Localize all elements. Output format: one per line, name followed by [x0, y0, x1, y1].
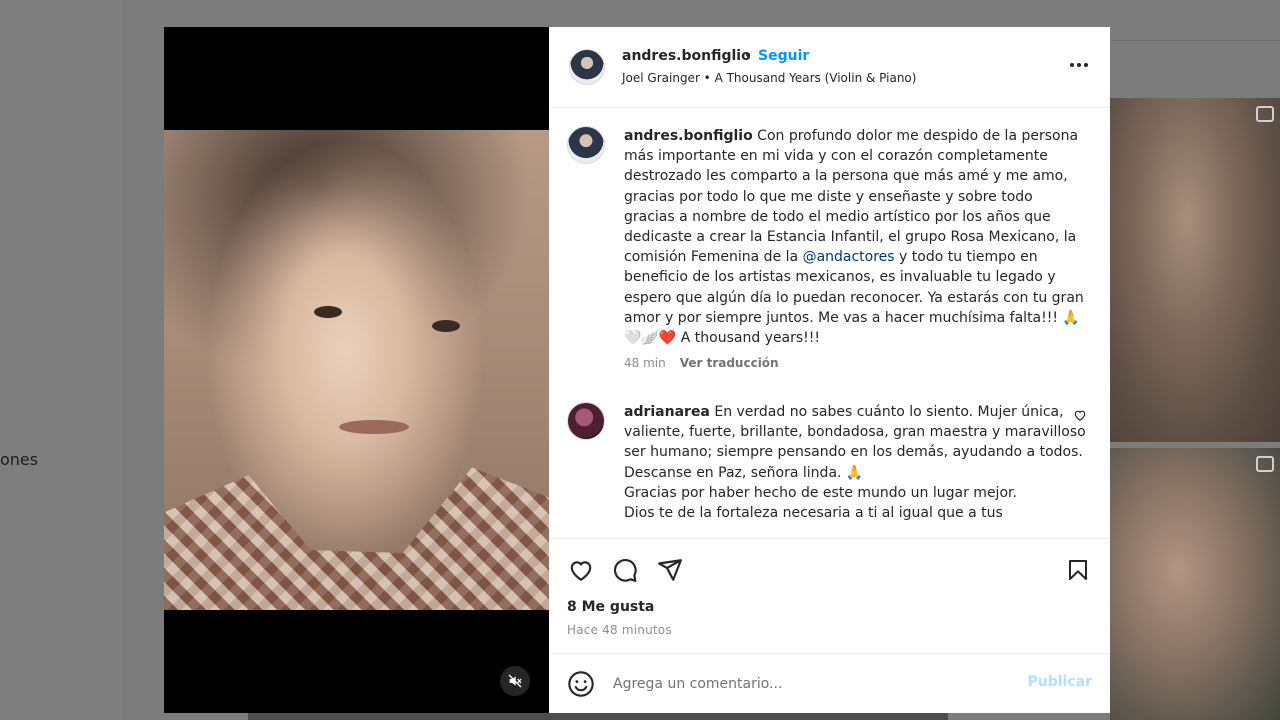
emoji-button[interactable] [567, 670, 595, 698]
save-button[interactable] [1064, 556, 1092, 584]
mention-link[interactable]: @andactores [803, 249, 895, 265]
more-options-button[interactable] [1067, 53, 1091, 77]
commenter-avatar[interactable] [567, 402, 605, 440]
background-sidebar [0, 0, 125, 720]
separator-dot: • [744, 48, 753, 64]
heart-icon [570, 561, 592, 582]
share-icon [658, 559, 682, 581]
share-button[interactable] [656, 556, 684, 584]
caption-text: andres.bonfiglio Con profundo dolor me d… [624, 126, 1087, 348]
photo-detail [432, 320, 460, 332]
mute-toggle-button[interactable] [500, 666, 530, 696]
background-divider [1112, 40, 1280, 41]
more-options-icon [1070, 63, 1088, 67]
post-side-panel: andres.bonfiglio • Seguir Joel Grainger … [549, 27, 1110, 713]
caption-time: 48 min [624, 356, 666, 371]
post-photo [164, 130, 549, 610]
comment-line: Dios te de la fortaleza necesaria a ti a… [624, 505, 1003, 522]
background-thumbnail-strip [248, 712, 948, 720]
author-avatar[interactable] [567, 126, 605, 164]
comment-username[interactable]: adrianarea [624, 404, 710, 420]
background-sidebar-label: ones [0, 450, 39, 469]
author-avatar[interactable] [569, 49, 605, 85]
comment-icon [614, 559, 637, 582]
caption-meta: 48 min Ver traducción [624, 356, 1087, 370]
caption: andres.bonfiglio Con profundo dolor me d… [567, 126, 1087, 370]
comment-text: adrianarea En verdad no sabes cuánto lo … [624, 402, 1087, 523]
add-comment-bar: Publicar [549, 653, 1110, 713]
background-post-thumbnail[interactable] [1110, 98, 1280, 442]
follow-button[interactable]: Seguir [758, 48, 809, 64]
post-header: andres.bonfiglio • Seguir Joel Grainger … [549, 27, 1110, 108]
likes-count[interactable]: 8 Me gusta [549, 599, 1110, 619]
comment-input[interactable] [611, 672, 1015, 696]
comment-line: Gracias por haber hecho de este mundo un… [624, 484, 1017, 501]
see-translation-button[interactable]: Ver traducción [680, 356, 779, 370]
photo-detail [164, 467, 549, 610]
post-actions [549, 538, 1110, 599]
photo-detail [339, 420, 409, 434]
muted-speaker-icon [508, 674, 522, 688]
comments-list[interactable]: andres.bonfiglio Con profundo dolor me d… [549, 108, 1110, 538]
reel-icon [1256, 106, 1274, 122]
comment-button[interactable] [611, 556, 639, 584]
background-post-thumbnail[interactable] [1110, 448, 1280, 720]
post-media[interactable] [164, 27, 549, 713]
reel-icon [1256, 456, 1274, 472]
caption-text-part: Con profundo dolor me despido de la pers… [624, 128, 1079, 266]
photo-detail [314, 306, 342, 318]
like-button[interactable] [567, 556, 595, 584]
emoji-icon [568, 671, 594, 697]
comment-line: Descanse en Paz, señora linda. 🙏 [624, 464, 864, 481]
comment-item: adrianarea En verdad no sabes cuánto lo … [567, 402, 1087, 523]
comment-like-icon[interactable] [1073, 408, 1087, 422]
audio-track-link[interactable]: Joel Grainger • A Thousand Years (Violin… [622, 71, 916, 85]
bookmark-icon [1069, 560, 1087, 580]
post-modal: andres.bonfiglio • Seguir Joel Grainger … [164, 27, 1110, 713]
author-username[interactable]: andres.bonfiglio [622, 48, 751, 64]
caption-username[interactable]: andres.bonfiglio [624, 128, 753, 144]
post-timestamp: Hace 48 minutos [567, 623, 672, 637]
publish-button[interactable]: Publicar [1028, 674, 1093, 690]
